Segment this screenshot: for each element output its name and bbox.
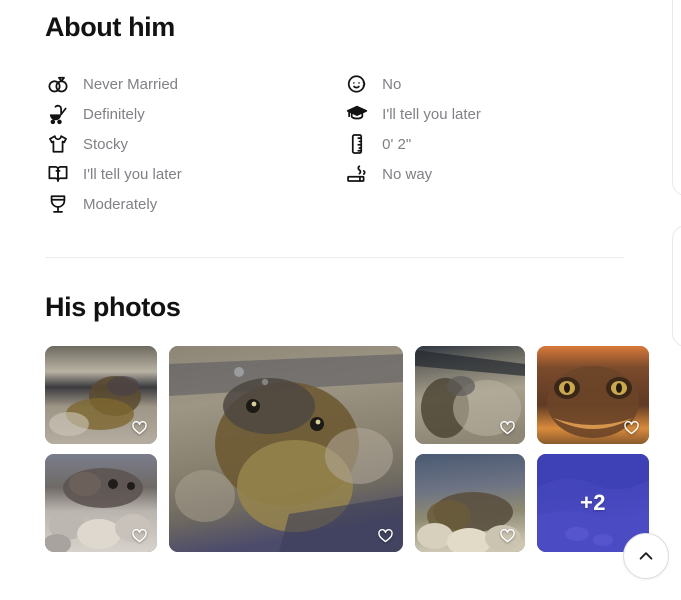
about-facts-right-column: No I'll tell you later 0' 2" No way <box>344 69 624 219</box>
about-facts-left-column: Never Married Definitely Stocky I'll tel… <box>45 69 344 219</box>
fact-label-body-type: Stocky <box>83 135 129 153</box>
photo-tile-6[interactable] <box>415 454 525 552</box>
fact-label-smoking: No way <box>382 165 433 183</box>
fact-label-children: Definitely <box>83 105 145 123</box>
fact-label-height: 0' 2" <box>382 135 412 153</box>
about-section: About him Never Married Definitely Stock… <box>45 0 624 258</box>
heart-icon[interactable] <box>377 527 394 544</box>
profile-page: About him Never Married Definitely Stock… <box>0 0 681 600</box>
cigarette-icon <box>344 161 370 187</box>
about-section-title: About him <box>45 12 175 42</box>
fact-label-religion: I'll tell you later <box>83 165 182 183</box>
fact-row-has-children: No <box>344 69 624 99</box>
heart-icon[interactable] <box>499 419 516 436</box>
ruler-icon <box>344 131 370 157</box>
photo-grid: +2 <box>45 346 649 552</box>
fact-row-children: Definitely <box>45 99 344 129</box>
graduation-cap-icon <box>344 101 370 127</box>
photos-section: His photos +2 <box>45 258 649 552</box>
fact-row-smoking: No way <box>344 159 624 189</box>
heart-icon[interactable] <box>499 527 516 544</box>
photo-art-2 <box>169 346 403 552</box>
heart-icon[interactable] <box>131 419 148 436</box>
photo-tile-5[interactable] <box>45 454 157 552</box>
heart-icon[interactable] <box>623 419 640 436</box>
photo-tile-1[interactable] <box>45 346 157 444</box>
open-book-icon <box>45 161 71 187</box>
main-content: About him Never Married Definitely Stock… <box>0 0 660 552</box>
photo-tile-4[interactable] <box>537 346 649 444</box>
fact-label-drinking: Moderately <box>83 195 158 213</box>
baby-face-icon <box>344 71 370 97</box>
tshirt-icon <box>45 131 71 157</box>
photo-tile-3[interactable] <box>415 346 525 444</box>
photos-section-title: His photos <box>45 292 181 322</box>
more-photos-count: +2 <box>579 490 607 515</box>
edge-card-bottom[interactable] <box>672 225 681 347</box>
wedding-rings-icon <box>45 71 71 97</box>
fact-row-education: I'll tell you later <box>344 99 624 129</box>
chevron-up-icon <box>636 546 656 566</box>
photo-tile-2-large[interactable] <box>169 346 403 552</box>
fact-label-has-children: No <box>382 75 402 93</box>
edge-card-top[interactable] <box>672 0 681 196</box>
about-facts: Never Married Definitely Stocky I'll tel… <box>45 69 624 219</box>
wine-glass-icon <box>45 191 71 217</box>
fact-label-education: I'll tell you later <box>382 105 481 123</box>
fact-row-religion: I'll tell you later <box>45 159 344 189</box>
stroller-icon <box>45 101 71 127</box>
fact-label-marital-status: Never Married <box>83 75 179 93</box>
fact-row-marital-status: Never Married <box>45 69 344 99</box>
scroll-to-top-button[interactable] <box>623 533 669 579</box>
fact-row-height: 0' 2" <box>344 129 624 159</box>
fact-row-body-type: Stocky <box>45 129 344 159</box>
fact-row-drinking: Moderately <box>45 189 344 219</box>
heart-icon[interactable] <box>131 527 148 544</box>
